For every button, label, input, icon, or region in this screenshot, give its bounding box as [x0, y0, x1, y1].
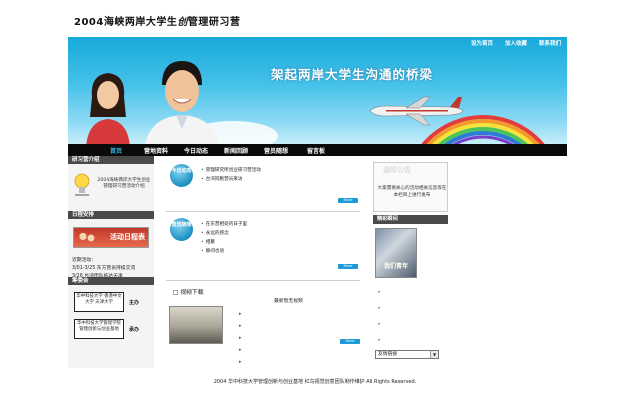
video-list: ▸ ▸ ▸ ▸ ▸	[239, 308, 242, 368]
notice-box: 通知公告 大家需要关心的活动相关信息等在本栏目上进行发布	[373, 162, 448, 212]
lightbulb-icon	[74, 173, 90, 196]
thoughts-list: 在东营相处的日子里 永远的感念 相聚 静间也语	[201, 220, 247, 256]
intro-section: 2004海峡两岸大学生创业管理研习营活动介绍	[68, 164, 154, 211]
title-prefix: 2004海峡两岸大学生	[74, 17, 178, 28]
set-homepage-link[interactable]: 设为首页	[471, 39, 493, 47]
notice-title: 通知公告	[383, 166, 411, 174]
thoughts-block: 营员随想 在东营相处的日子里 永远的感念 相聚 静间也语 More	[166, 216, 360, 276]
notice-text: 大家需要关心的活动相关信息等在本栏目上进行发布	[377, 186, 447, 198]
divider	[166, 280, 360, 281]
today-news-badge: 今日动态	[170, 164, 193, 187]
title-suffix: 管理研习营	[187, 17, 241, 28]
list-item[interactable]: ▸	[239, 332, 242, 344]
list-item[interactable]: 管理研究所创业研习营活动	[201, 166, 261, 175]
right-sidebar: 通知公告 大家需要关心的活动相关信息等在本栏目上进行发布 精彩瞬间 我们青年 ▸…	[373, 156, 448, 368]
photo-header: 精彩瞬间	[373, 215, 448, 224]
page: 2004海峡两岸大学生创管理研习营 设为首页 加入收藏 联系我们 架起两岸大学生…	[0, 0, 630, 404]
friend-links-select[interactable]: 友情链接 ▼	[375, 350, 439, 359]
chevron-down-icon: ▼	[430, 351, 438, 358]
today-news-list: 管理研究所创业研习营活动 台湾同胞营员来访	[201, 166, 261, 184]
male-student-photo	[145, 61, 219, 144]
nav-camp-info[interactable]: 营地资料	[136, 146, 176, 155]
list-item[interactable]: ▸	[239, 356, 242, 368]
more-button[interactable]: More	[338, 264, 358, 269]
more-button[interactable]: More	[340, 339, 360, 344]
list-item[interactable]: ▸	[239, 344, 242, 356]
intro-link[interactable]: 2004海峡两岸大学生创业管理研习营活动介绍	[96, 178, 152, 190]
add-favorite-link[interactable]: 加入收藏	[505, 39, 527, 47]
recent-item[interactable]: 3/26 台湾团队抵达天津	[72, 273, 135, 281]
schedule-header: 日程安排	[68, 211, 154, 219]
footer: 2004 华中科技大学管理创新与创业基地 红鸟视觉创意团队制作维护 All Ri…	[213, 379, 417, 385]
nav-home[interactable]: 首页	[96, 146, 136, 155]
list-item[interactable]: 在东营相处的日子里	[201, 220, 247, 229]
list-item[interactable]: 永远的感念	[201, 229, 247, 238]
photo-caption: 我们青年	[384, 263, 409, 270]
nav-guestbook[interactable]: 留言板	[296, 146, 336, 155]
airplane-graphic	[369, 96, 464, 126]
video-download-header: □ 视频下载	[173, 290, 204, 296]
list-item[interactable]: 相聚	[201, 238, 247, 247]
committee-section: 华中科技大学 香港中文大学 天津大学 主办 华中科技大学管理学院 管理创新与创业…	[68, 285, 154, 384]
divider	[166, 211, 360, 212]
co-organizer-box: 华中科技大学管理学院 管理创新与创业基地	[74, 319, 124, 339]
list-item[interactable]: ▸	[378, 284, 381, 300]
banner: 设为首页 加入收藏 联系我们 架起两岸大学生沟通的桥梁	[68, 37, 567, 144]
nav-news-review[interactable]: 新闻回顾	[216, 146, 256, 155]
list-item[interactable]: ▸	[378, 316, 381, 332]
site-title: 2004海峡两岸大学生创管理研习营	[74, 13, 240, 28]
schedule-banner-label: 活动日程表	[110, 233, 145, 241]
female-student-photo	[86, 73, 130, 144]
schedule-figures	[77, 230, 97, 246]
organizer-box: 华中科技大学 香港中文大学 天津大学	[74, 292, 124, 312]
select-value: 友情链接	[378, 352, 398, 357]
photo-list: ▸ ▸ ▸ ▸	[378, 284, 381, 348]
list-item[interactable]: ▸	[239, 308, 242, 320]
schedule-banner-button[interactable]: 活动日程表	[73, 227, 149, 248]
main-nav: 首页 营地资料 今日动态 新闻回顾 营员随想 留言板	[68, 144, 567, 156]
more-button[interactable]: More	[338, 198, 358, 203]
nav-member-thoughts[interactable]: 营员随想	[256, 146, 296, 155]
recent-item[interactable]: 3/01-3/25 东方营员持续交流	[72, 265, 135, 273]
today-news-block: 今日动态 管理研究所创业研习营活动 台湾同胞营员来访 More	[166, 162, 360, 208]
list-item[interactable]: ▸	[378, 332, 381, 348]
contact-us-link[interactable]: 联系我们	[539, 39, 561, 47]
title-signature: 创	[177, 17, 188, 28]
list-item[interactable]: 台湾同胞营员来访	[201, 175, 261, 184]
thoughts-badge: 营员随想	[170, 218, 193, 241]
nav-today-news[interactable]: 今日动态	[176, 146, 216, 155]
highlight-photo[interactable]: 我们青年	[375, 228, 417, 278]
video-note: 最新暂无视频	[274, 299, 303, 304]
video-thumbnail[interactable]	[169, 306, 223, 344]
organizer-role: 主办	[129, 300, 140, 306]
list-item[interactable]: ▸	[239, 320, 242, 332]
recent-label: 近期活动：	[72, 258, 96, 263]
top-links: 设为首页 加入收藏 联系我们	[471, 39, 561, 47]
center-content: 今日动态 管理研究所创业研习营活动 台湾同胞营员来访 More 营员随想 在东营…	[166, 156, 362, 368]
recent-activities: 近期活动： 3/01-3/25 东方营员持续交流 3/26 台湾团队抵达天津	[72, 257, 135, 281]
schedule-section: 活动日程表 近期活动： 3/01-3/25 东方营员持续交流 3/26 台湾团队…	[68, 219, 154, 279]
intro-header: 研习营介绍	[68, 156, 154, 164]
list-item[interactable]: 静间也语	[201, 247, 247, 256]
banner-slogan: 架起两岸大学生沟通的桥梁	[271, 67, 434, 82]
list-item[interactable]: ▸	[378, 300, 381, 316]
left-sidebar: 研习营介绍 2004海峡两岸大学生创业管理研习营活动介绍 日程安排 活动日程表 …	[68, 156, 154, 368]
co-organizer-role: 承办	[129, 327, 140, 333]
